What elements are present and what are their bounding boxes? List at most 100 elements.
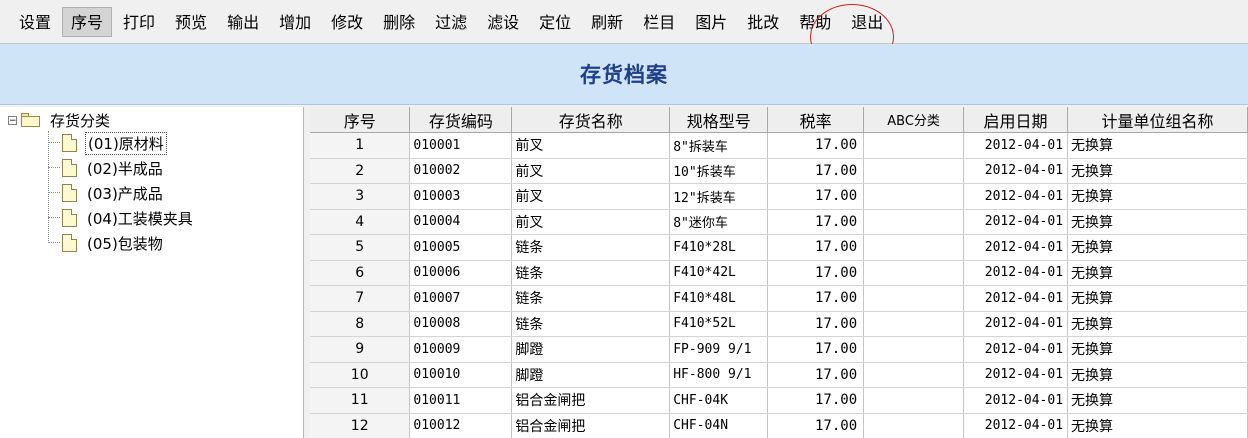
tree-connector [48, 242, 60, 243]
table-row[interactable]: 11 010011 铝合金闸把 CHF-04K 17.00 2012-04-01 无换算 [310, 387, 1248, 414]
tax-rate-cell: 17.00 [767, 158, 865, 184]
item-code-cell: 010009 [409, 336, 513, 363]
abc-class-cell [863, 183, 965, 210]
column-header-name[interactable]: 存货名称 [511, 107, 671, 133]
edit-button[interactable]: 修改 [322, 7, 372, 37]
document-icon [62, 209, 77, 227]
item-name-cell: 前叉 [511, 183, 671, 210]
column-header-tax-rate[interactable]: 税率 [767, 107, 865, 133]
delete-button[interactable]: 删除 [374, 7, 424, 37]
tree-item-finished-goods[interactable]: (03)产成品 [62, 183, 165, 203]
row-seq-cell: 6 [310, 260, 411, 286]
unit-group-cell: 无换算 [1067, 285, 1248, 312]
tax-rate-cell: 17.00 [767, 183, 865, 210]
unit-group-cell: 无换算 [1067, 311, 1248, 337]
table-header-row: 序号 存货编码 存货名称 规格型号 税率 ABC分类 启用日期 计量单位组名称 [310, 107, 1248, 133]
unit-group-cell: 无换算 [1067, 362, 1248, 388]
image-button[interactable]: 图片 [686, 7, 736, 37]
tax-rate-cell: 17.00 [767, 387, 865, 414]
spec-cell: CHF-04N [669, 413, 769, 438]
spec-cell: CHF-04K [669, 387, 769, 414]
tree-item-tooling[interactable]: (04)工装模夹具 [62, 208, 195, 228]
row-seq-cell: 7 [310, 285, 411, 312]
tax-rate-cell: 17.00 [767, 234, 865, 261]
item-name-cell: 铝合金闸把 [511, 387, 671, 414]
tree-item-label: (01)原材料 [85, 131, 167, 155]
start-date-cell: 2012-04-01 [963, 260, 1069, 286]
abc-class-cell [863, 311, 965, 337]
abc-class-cell [863, 413, 965, 438]
tree-connector [48, 192, 60, 193]
inventory-table: 序号 存货编码 存货名称 规格型号 税率 ABC分类 启用日期 计量单位组名称 … [310, 107, 1248, 438]
table-row[interactable]: 8 010008 链条 F410*52L 17.00 2012-04-01 无换算 [310, 311, 1248, 337]
spec-cell: 8"迷你车 [669, 209, 769, 235]
row-seq-cell: 2 [310, 158, 411, 184]
item-name-cell: 前叉 [511, 158, 671, 184]
abc-class-cell [863, 234, 965, 261]
item-name-cell: 脚蹬 [511, 336, 671, 363]
print-button[interactable]: 打印 [114, 7, 164, 37]
table-row[interactable]: 7 010007 链条 F410*48L 17.00 2012-04-01 无换算 [310, 285, 1248, 312]
tree-item-semi-finished[interactable]: (02)半成品 [62, 158, 165, 178]
unit-group-cell: 无换算 [1067, 260, 1248, 286]
tax-rate-cell: 17.00 [767, 336, 865, 363]
batch-edit-button[interactable]: 批改 [738, 7, 788, 37]
column-header-start-date[interactable]: 启用日期 [963, 107, 1069, 133]
settings-button[interactable]: 设置 [10, 7, 60, 37]
locate-button[interactable]: 定位 [530, 7, 580, 37]
table-row[interactable]: 10 010010 脚蹬 HF-800 9/1 17.00 2012-04-01 无换算 [310, 362, 1248, 388]
refresh-button[interactable]: 刷新 [582, 7, 632, 37]
filter-button[interactable]: 过滤 [426, 7, 476, 37]
column-header-code[interactable]: 存货编码 [409, 107, 513, 133]
table-row[interactable]: 12 010012 铝合金闸把 CHF-04N 17.00 2012-04-01 无换算 [310, 413, 1248, 438]
folder-open-icon [20, 113, 42, 127]
abc-class-cell [863, 285, 965, 312]
tree-item-label: (03)产成品 [87, 184, 163, 203]
collapse-icon[interactable]: − [8, 115, 17, 125]
spec-cell: F410*48L [669, 285, 769, 312]
row-seq-cell: 5 [310, 234, 411, 261]
exit-button[interactable]: 退出 [842, 7, 892, 37]
tax-rate-cell: 17.00 [767, 209, 865, 235]
columns-button[interactable]: 栏目 [634, 7, 684, 37]
row-seq-cell: 4 [310, 209, 411, 235]
column-header-spec[interactable]: 规格型号 [669, 107, 769, 133]
table-row[interactable]: 4 010004 前叉 8"迷你车 17.00 2012-04-01 无换算 [310, 209, 1248, 235]
tree-root[interactable]: − 存货分类 [8, 110, 112, 130]
sequence-button[interactable]: 序号 [62, 6, 113, 37]
table-row[interactable]: 2 010002 前叉 10"拆装车 17.00 2012-04-01 无换算 [310, 158, 1248, 184]
help-button[interactable]: 帮助 [790, 7, 840, 37]
column-header-abc[interactable]: ABC分类 [863, 107, 965, 133]
table-row[interactable]: 3 010003 前叉 12"拆装车 17.00 2012-04-01 无换算 [310, 183, 1248, 210]
filter-settings-button[interactable]: 滤设 [478, 7, 528, 37]
category-tree[interactable]: − 存货分类 (01)原材料 (02)半成品 (03)产成品 (04)工装模夹具… [0, 107, 304, 438]
row-seq-cell: 3 [310, 183, 411, 210]
spec-cell: 12"拆装车 [669, 183, 769, 210]
column-header-unit-group[interactable]: 计量单位组名称 [1067, 107, 1248, 133]
table-row[interactable]: 6 010006 链条 F410*42L 17.00 2012-04-01 无换算 [310, 260, 1248, 286]
spec-cell: F410*28L [669, 234, 769, 261]
item-name-cell: 前叉 [511, 132, 671, 159]
export-button[interactable]: 输出 [218, 7, 268, 37]
item-code-cell: 010011 [409, 387, 513, 414]
spec-cell: F410*52L [669, 311, 769, 337]
tax-rate-cell: 17.00 [767, 413, 865, 438]
toolbar: 设置 序号 打印 预览 输出 增加 修改 删除 过滤 滤设 定位 刷新 栏目 图… [0, 0, 1248, 44]
tree-item-packaging[interactable]: (05)包装物 [62, 233, 165, 253]
table-row[interactable]: 5 010005 链条 F410*28L 17.00 2012-04-01 无换算 [310, 234, 1248, 261]
spec-cell: FP-909 9/1 [669, 336, 769, 363]
document-icon [62, 184, 77, 202]
abc-class-cell [863, 158, 965, 184]
inventory-grid[interactable]: 序号 存货编码 存货名称 规格型号 税率 ABC分类 启用日期 计量单位组名称 … [310, 107, 1248, 438]
table-row[interactable]: 9 010009 脚蹬 FP-909 9/1 17.00 2012-04-01 无换算 [310, 336, 1248, 363]
column-header-seq[interactable]: 序号 [310, 107, 411, 133]
row-seq-cell: 9 [310, 336, 411, 363]
start-date-cell: 2012-04-01 [963, 387, 1069, 414]
table-row[interactable]: 1 010001 前叉 8"拆装车 17.00 2012-04-01 无换算 [310, 132, 1248, 159]
unit-group-cell: 无换算 [1067, 132, 1248, 159]
row-seq-cell: 8 [310, 311, 411, 337]
tree-item-raw-materials[interactable]: (01)原材料 [62, 131, 167, 155]
preview-button[interactable]: 预览 [166, 7, 216, 37]
add-button[interactable]: 增加 [270, 7, 320, 37]
item-code-cell: 010006 [409, 260, 513, 286]
